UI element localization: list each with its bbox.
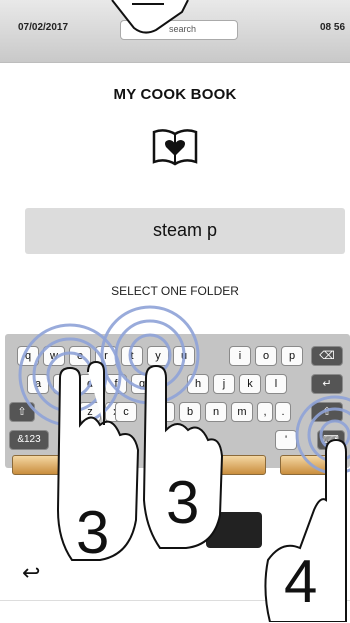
key-y[interactable]: y [147,346,169,366]
key-l[interactable]: l [265,374,287,394]
key-c[interactable]: c [115,402,137,422]
field-value: steam p [152,220,218,240]
shift-right-icon[interactable]: ⇧ [311,402,343,422]
key-e[interactable]: e [69,346,91,366]
backspace-icon[interactable]: ⌫ [311,346,343,366]
key-z[interactable]: z [79,402,101,422]
symbols-key[interactable]: &123 [9,430,49,450]
key-apostrophe[interactable]: ' [275,430,297,450]
keyboard-icon[interactable]: ⌨ [317,430,345,450]
time-label: 08 56 [320,22,346,33]
key-w[interactable]: w [43,346,65,366]
back-arrow-icon[interactable]: ↩ [22,560,40,586]
key-p[interactable]: p [281,346,303,366]
bottom-bar [0,600,350,623]
key-k[interactable]: k [239,374,261,394]
key-comma[interactable]: , [257,402,273,422]
key-s[interactable]: s [53,374,75,394]
home-icon[interactable] [206,512,262,548]
key-d[interactable]: d [79,374,101,394]
folder-thumbnail[interactable] [12,455,72,475]
key-u[interactable]: u [173,346,195,366]
key-i[interactable]: i [229,346,251,366]
key-b[interactable]: b [179,402,201,422]
folder-thumbnails [12,455,350,475]
key-o[interactable]: o [255,346,277,366]
key-a[interactable]: a [27,374,49,394]
enter-icon[interactable]: ↵ [311,374,343,394]
key-v[interactable]: v [153,402,175,422]
step-number-middle: 3 [166,469,199,536]
page-title: MY COOK BOOK [113,86,237,103]
on-screen-keyboard: q w e r t y u i o p ⌫ a s d f g h j k l … [5,334,350,468]
step-number-left: 3 [76,499,109,566]
recipe-search-field[interactable]: steam p [25,208,345,254]
book-heart-icon [152,129,198,166]
key-period[interactable]: . [275,402,291,422]
key-m[interactable]: m [231,402,253,422]
key-q[interactable]: q [17,346,39,366]
key-n[interactable]: n [205,402,227,422]
key-t[interactable]: t [121,346,143,366]
key-h[interactable]: h [187,374,209,394]
key-j[interactable]: j [213,374,235,394]
key-f[interactable]: f [105,374,127,394]
date-label: 07/02/2017 [18,22,69,33]
folder-thumbnail[interactable] [280,455,340,475]
screen: 07/02/2017 ⚲ search 08 56 MY COOK BOOK s… [0,0,350,623]
shift-icon[interactable]: ⇧ [9,402,35,422]
pointing-hand-icon [111,0,189,34]
folder-thumbnail[interactable] [206,455,266,475]
instruction-label: SELECT ONE FOLDER [111,284,239,298]
key-g[interactable]: g [131,374,153,394]
key-r[interactable]: r [95,346,117,366]
